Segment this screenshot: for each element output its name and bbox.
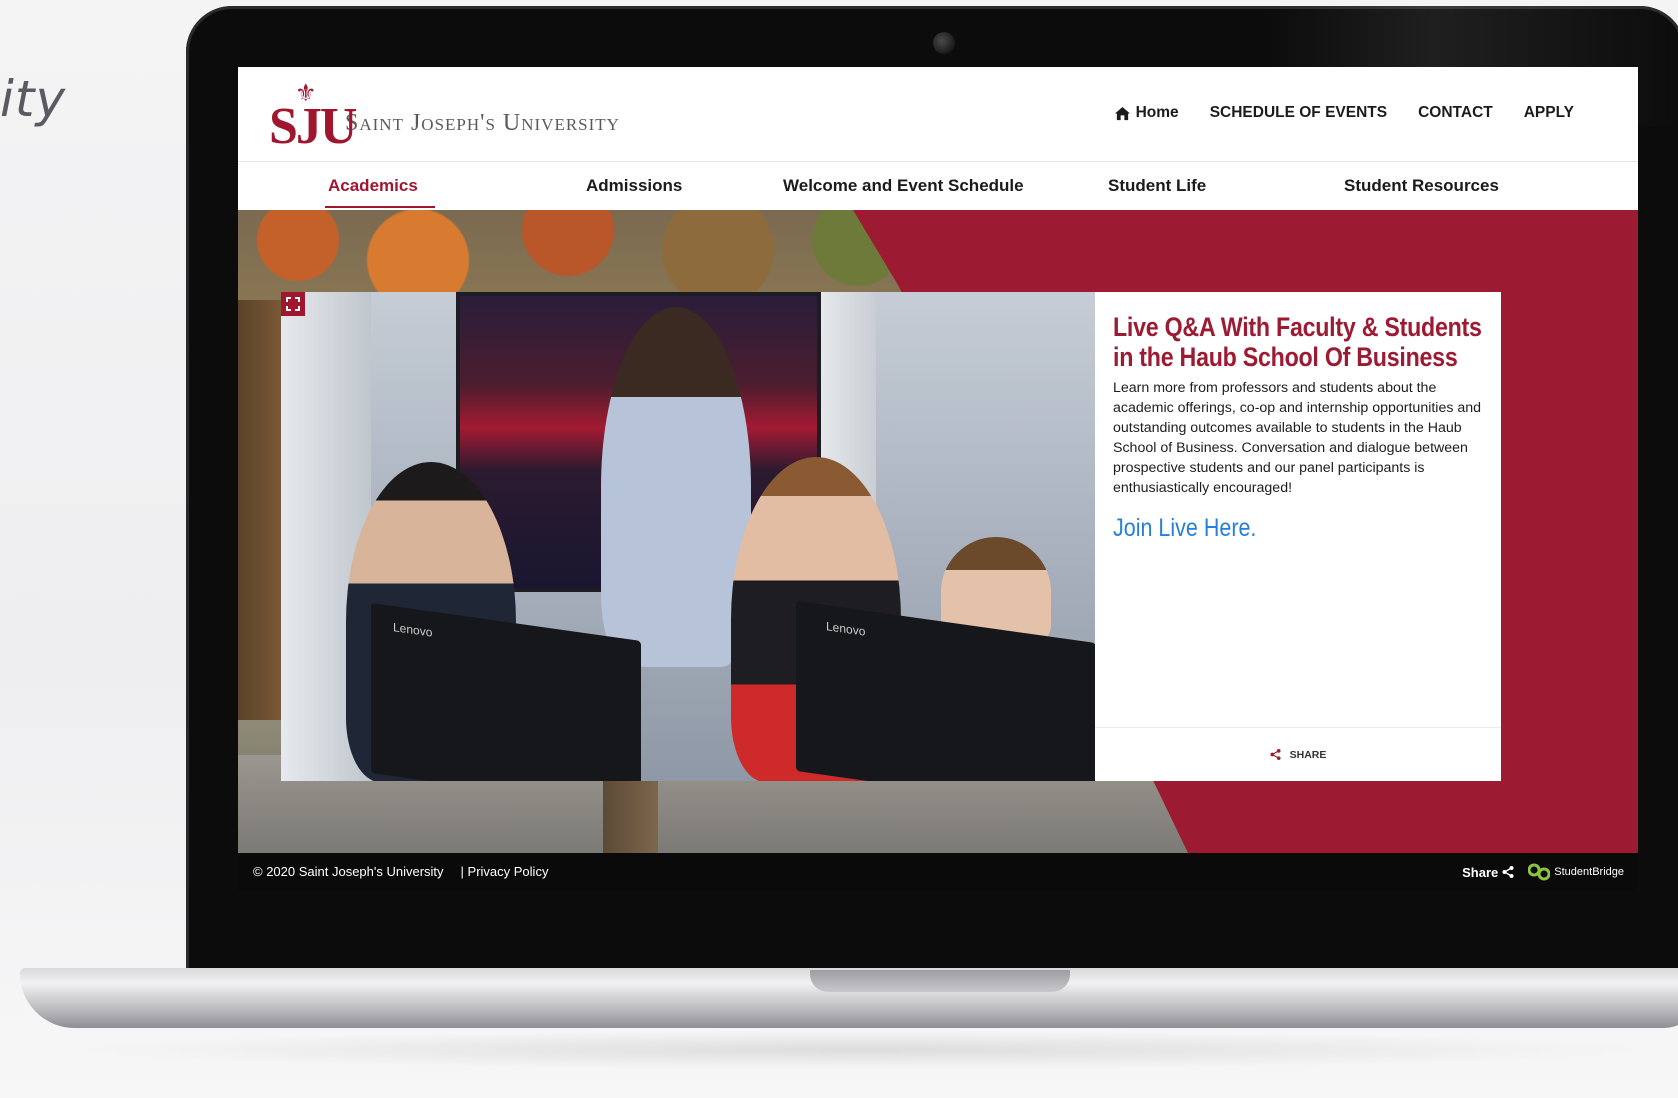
studentbridge-brand[interactable]: StudentBridge xyxy=(1528,862,1624,882)
tab-admissions[interactable]: Admissions xyxy=(586,176,682,196)
nav-home-link[interactable]: Home xyxy=(1114,104,1179,122)
autumn-leaves xyxy=(238,210,938,300)
feature-title: Live Q&A With Faculty & Students in the … xyxy=(1113,312,1482,372)
tab-student-life[interactable]: Student Life xyxy=(1108,176,1206,196)
photo-monitor-left: Lenovo xyxy=(371,603,641,781)
tab-welcome-event-schedule[interactable]: Welcome and Event Schedule xyxy=(783,176,1024,196)
site-header: ⚜ SJU Saint Joseph's University Home SCH… xyxy=(238,67,1638,162)
tab-student-resources[interactable]: Student Resources xyxy=(1344,176,1499,196)
laptop-base-notch xyxy=(810,970,1070,992)
footer-share-button[interactable]: Share xyxy=(1462,865,1514,880)
sju-logo-mark: ⚜ SJU xyxy=(269,79,357,155)
share-button[interactable]: SHARE xyxy=(1095,727,1501,781)
logo-name: Saint Joseph's University xyxy=(345,110,620,136)
feature-description: Learn more from professors and students … xyxy=(1113,380,1482,496)
tab-academics[interactable]: Academics xyxy=(328,176,418,196)
monitor-brand-right: Lenovo xyxy=(826,619,866,639)
camera-icon xyxy=(933,32,955,54)
expand-icon-glyph xyxy=(286,297,300,311)
nav-home-label: Home xyxy=(1135,104,1179,121)
feature-info: Live Q&A With Faculty & Students in the … xyxy=(1095,292,1501,781)
site-footer: © 2020 Saint Joseph's University | Priva… xyxy=(238,853,1638,891)
laptop-shadow xyxy=(60,1030,1660,1070)
monitor-brand-left: Lenovo xyxy=(393,620,433,640)
footer-left: © 2020 Saint Joseph's University | Priva… xyxy=(253,864,548,879)
expand-icon[interactable] xyxy=(281,292,305,316)
join-live-link[interactable]: Join Live Here. xyxy=(1113,514,1256,543)
feature-photo[interactable]: Lenovo Lenovo xyxy=(281,292,1095,781)
nav-contact-link[interactable]: CONTACT xyxy=(1418,104,1493,122)
tree-trunk-center xyxy=(603,775,658,853)
feature-card: Lenovo Lenovo Live Q&A With Faculty & St… xyxy=(281,292,1501,781)
main-nav: Academics Admissions Welcome and Event S… xyxy=(238,162,1638,209)
partial-tagline: ity xyxy=(0,70,67,128)
home-icon xyxy=(1114,106,1130,120)
screen-bezel-bottom xyxy=(238,891,1638,941)
sju-logo[interactable]: ⚜ SJU Saint Joseph's University xyxy=(269,79,620,155)
hero-section: Lenovo Lenovo Live Q&A With Faculty & St… xyxy=(238,210,1638,853)
studentbridge-label: StudentBridge xyxy=(1554,866,1624,878)
footer-copyright: © 2020 Saint Joseph's University xyxy=(253,864,444,879)
share-label: SHARE xyxy=(1289,748,1327,761)
logo-mark-text: SJU xyxy=(269,98,357,155)
active-tab-underline xyxy=(325,206,435,208)
tree-trunk-left xyxy=(238,300,283,720)
footer-right: Share StudentBridge xyxy=(1462,862,1624,882)
studentbridge-logo-icon xyxy=(1528,863,1551,881)
share-icon xyxy=(1270,749,1281,760)
photo-person-standing xyxy=(601,307,751,667)
top-nav: Home SCHEDULE OF EVENTS CONTACT APPLY xyxy=(1114,104,1574,122)
laptop-screen: ⚜ SJU Saint Joseph's University Home SCH… xyxy=(238,67,1638,941)
nav-apply-link[interactable]: APPLY xyxy=(1524,104,1574,122)
share-icon xyxy=(1502,866,1514,878)
footer-share-label: Share xyxy=(1462,864,1499,880)
privacy-policy-link[interactable]: | Privacy Policy xyxy=(461,864,549,879)
nav-schedule-link[interactable]: SCHEDULE OF EVENTS xyxy=(1210,104,1387,122)
